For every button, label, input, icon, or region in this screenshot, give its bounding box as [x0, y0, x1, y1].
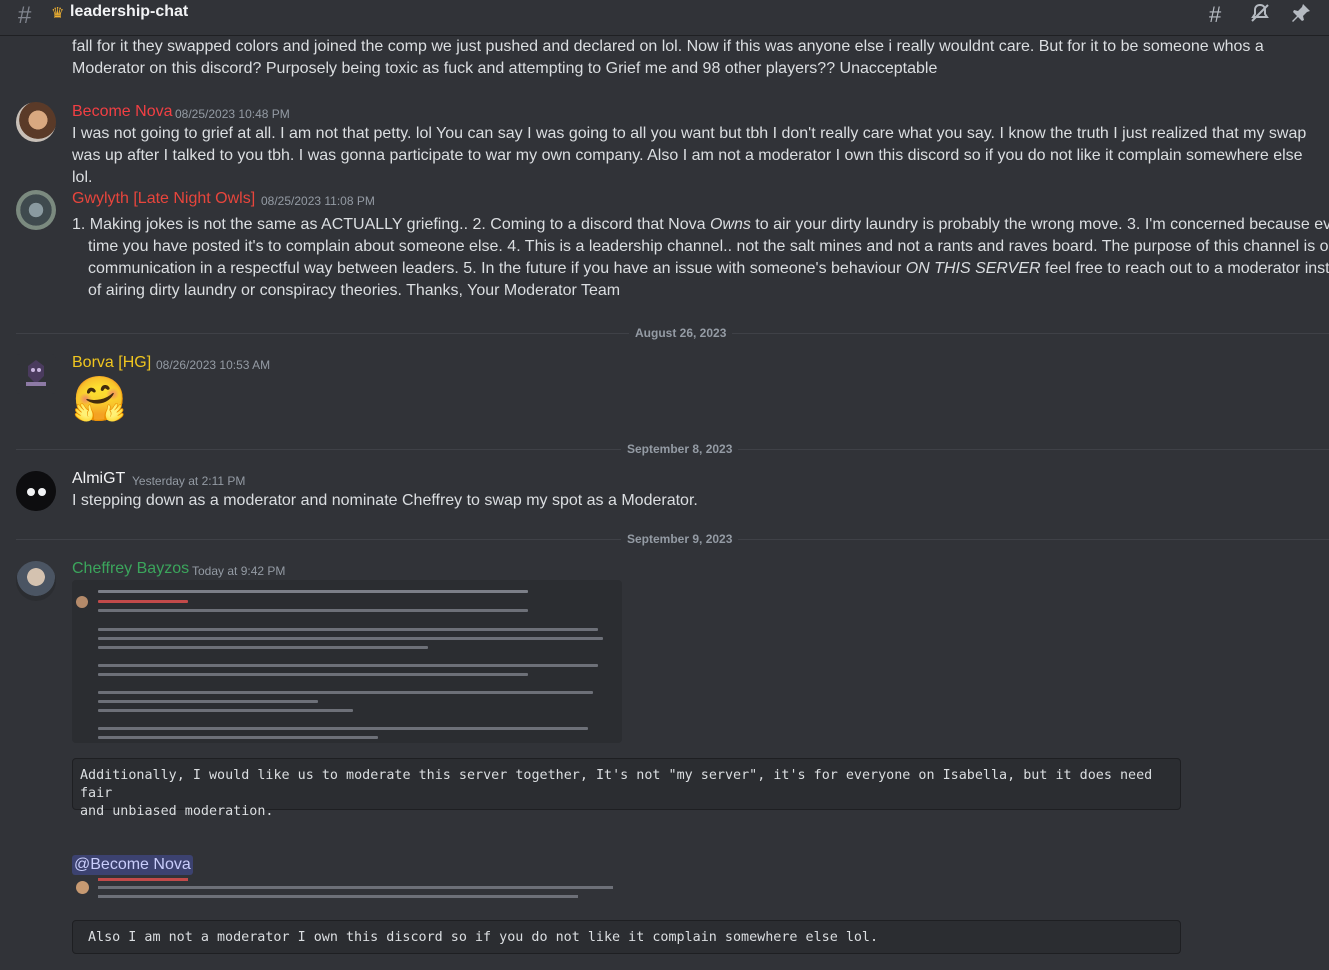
- username[interactable]: Gwylyth [Late Night Owls]: [72, 190, 255, 208]
- username[interactable]: Cheffrey Bayzos: [72, 560, 189, 578]
- message-content: I stepping down as a moderator and nomin…: [72, 492, 698, 509]
- message-content: fall for it they swapped colors and join…: [72, 38, 1264, 77]
- date-divider-label: August 26, 2023: [629, 326, 733, 340]
- message-text: feel free to reach out to a moderator in…: [1040, 260, 1329, 277]
- date-divider-label: September 8, 2023: [621, 442, 739, 456]
- channel-header: # ♛ leadership-chat #: [0, 0, 1329, 36]
- message-text: 1. Making jokes is not the same as ACTUA…: [72, 216, 710, 233]
- screenshot-attachment[interactable]: [72, 580, 622, 743]
- message-content: I was not going to grief at all. I am no…: [72, 125, 1307, 186]
- message-line: time you have posted it's to complain ab…: [88, 238, 1329, 255]
- message-timestamp: 08/26/2023 10:53 AM: [156, 358, 271, 372]
- username[interactable]: Borva [HG]: [72, 354, 151, 372]
- threads-icon[interactable]: #: [1209, 2, 1221, 28]
- avatar[interactable]: [16, 190, 56, 230]
- channel-name: leadership-chat: [70, 3, 189, 20]
- text-channel-icon: #: [18, 2, 32, 29]
- avatar[interactable]: [16, 354, 56, 394]
- avatar: [76, 881, 89, 894]
- emphasis-text: ON THIS SERVER: [905, 260, 1041, 277]
- message-text: communication in a respectful way betwee…: [88, 260, 906, 277]
- code-block: Additionally, I would like us to moderat…: [72, 758, 1181, 819]
- username[interactable]: AlmiGT: [72, 470, 125, 488]
- hugging-emoji: 🤗: [72, 375, 127, 424]
- date-divider-label: September 9, 2023: [621, 532, 739, 546]
- avatar: [76, 596, 88, 608]
- message-content: 1. Making jokes is not the same as ACTUA…: [72, 214, 1329, 302]
- username[interactable]: Become Nova: [72, 103, 173, 121]
- avatar[interactable]: [16, 471, 56, 511]
- reply-screenshot-attachment[interactable]: [72, 876, 632, 906]
- mute-icon[interactable]: [1249, 2, 1271, 30]
- message-timestamp: Today at 9:42 PM: [192, 564, 286, 578]
- message-line: of airing dirty laundry or conspiracy th…: [88, 282, 621, 299]
- avatar[interactable]: [16, 102, 56, 142]
- user-mention[interactable]: @Become Nova: [72, 855, 193, 875]
- code-block: Also I am not a moderator I own this dis…: [72, 920, 1181, 954]
- pin-icon[interactable]: [1290, 2, 1312, 30]
- avatar[interactable]: [16, 561, 56, 601]
- message-timestamp: 08/25/2023 10:48 PM: [175, 107, 290, 121]
- crown-icon: ♛: [51, 5, 65, 22]
- message-text: to air your dirty laundry is probably th…: [750, 216, 1329, 233]
- emphasis-text: Owns: [709, 216, 751, 233]
- message-timestamp: 08/25/2023 11:08 PM: [261, 194, 375, 208]
- message-timestamp: Yesterday at 2:11 PM: [132, 474, 246, 488]
